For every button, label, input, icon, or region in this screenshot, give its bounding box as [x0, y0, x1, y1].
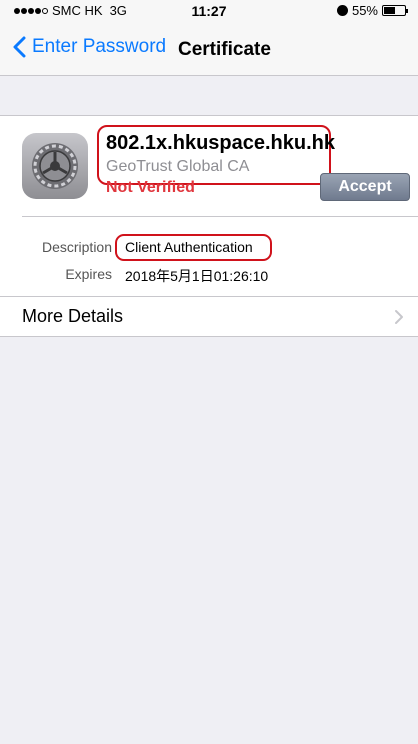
gear-icon — [32, 143, 78, 189]
page-title: Certificate — [178, 39, 271, 60]
back-button[interactable]: Enter Password — [12, 36, 166, 58]
navigation-bar: Enter Password Certificate — [0, 24, 418, 76]
more-details-label: More Details — [22, 306, 124, 326]
accept-button[interactable]: Accept — [320, 173, 410, 201]
certificate-issuer: GeoTrust Global CA — [106, 158, 250, 175]
chevron-left-icon — [13, 36, 26, 58]
battery-tip — [406, 9, 408, 13]
description-label: Description — [41, 239, 112, 255]
more-details-row[interactable]: More Details — [0, 297, 418, 337]
battery-fill — [384, 7, 395, 14]
battery-icon — [382, 5, 408, 16]
battery-percent: 55% — [351, 3, 378, 18]
chevron-right-icon — [395, 310, 403, 324]
divider — [22, 216, 418, 217]
alarm-icon — [336, 5, 348, 16]
expires-value: 2018年5月1日01:26:10 — [125, 268, 269, 284]
certificate-name: 802.1x.hkuspace.hku.hk — [106, 132, 336, 154]
expires-label: Expires — [65, 266, 112, 282]
status-indicators: 55% — [336, 3, 408, 18]
back-label: Enter Password — [32, 36, 167, 57]
settings-gear-icon — [22, 133, 88, 199]
certificate-card: 802.1x.hkuspace.hku.hk GeoTrust Global C… — [0, 115, 418, 337]
description-value: Client Authentication — [125, 239, 253, 255]
verification-status: Not Verified — [106, 179, 195, 196]
